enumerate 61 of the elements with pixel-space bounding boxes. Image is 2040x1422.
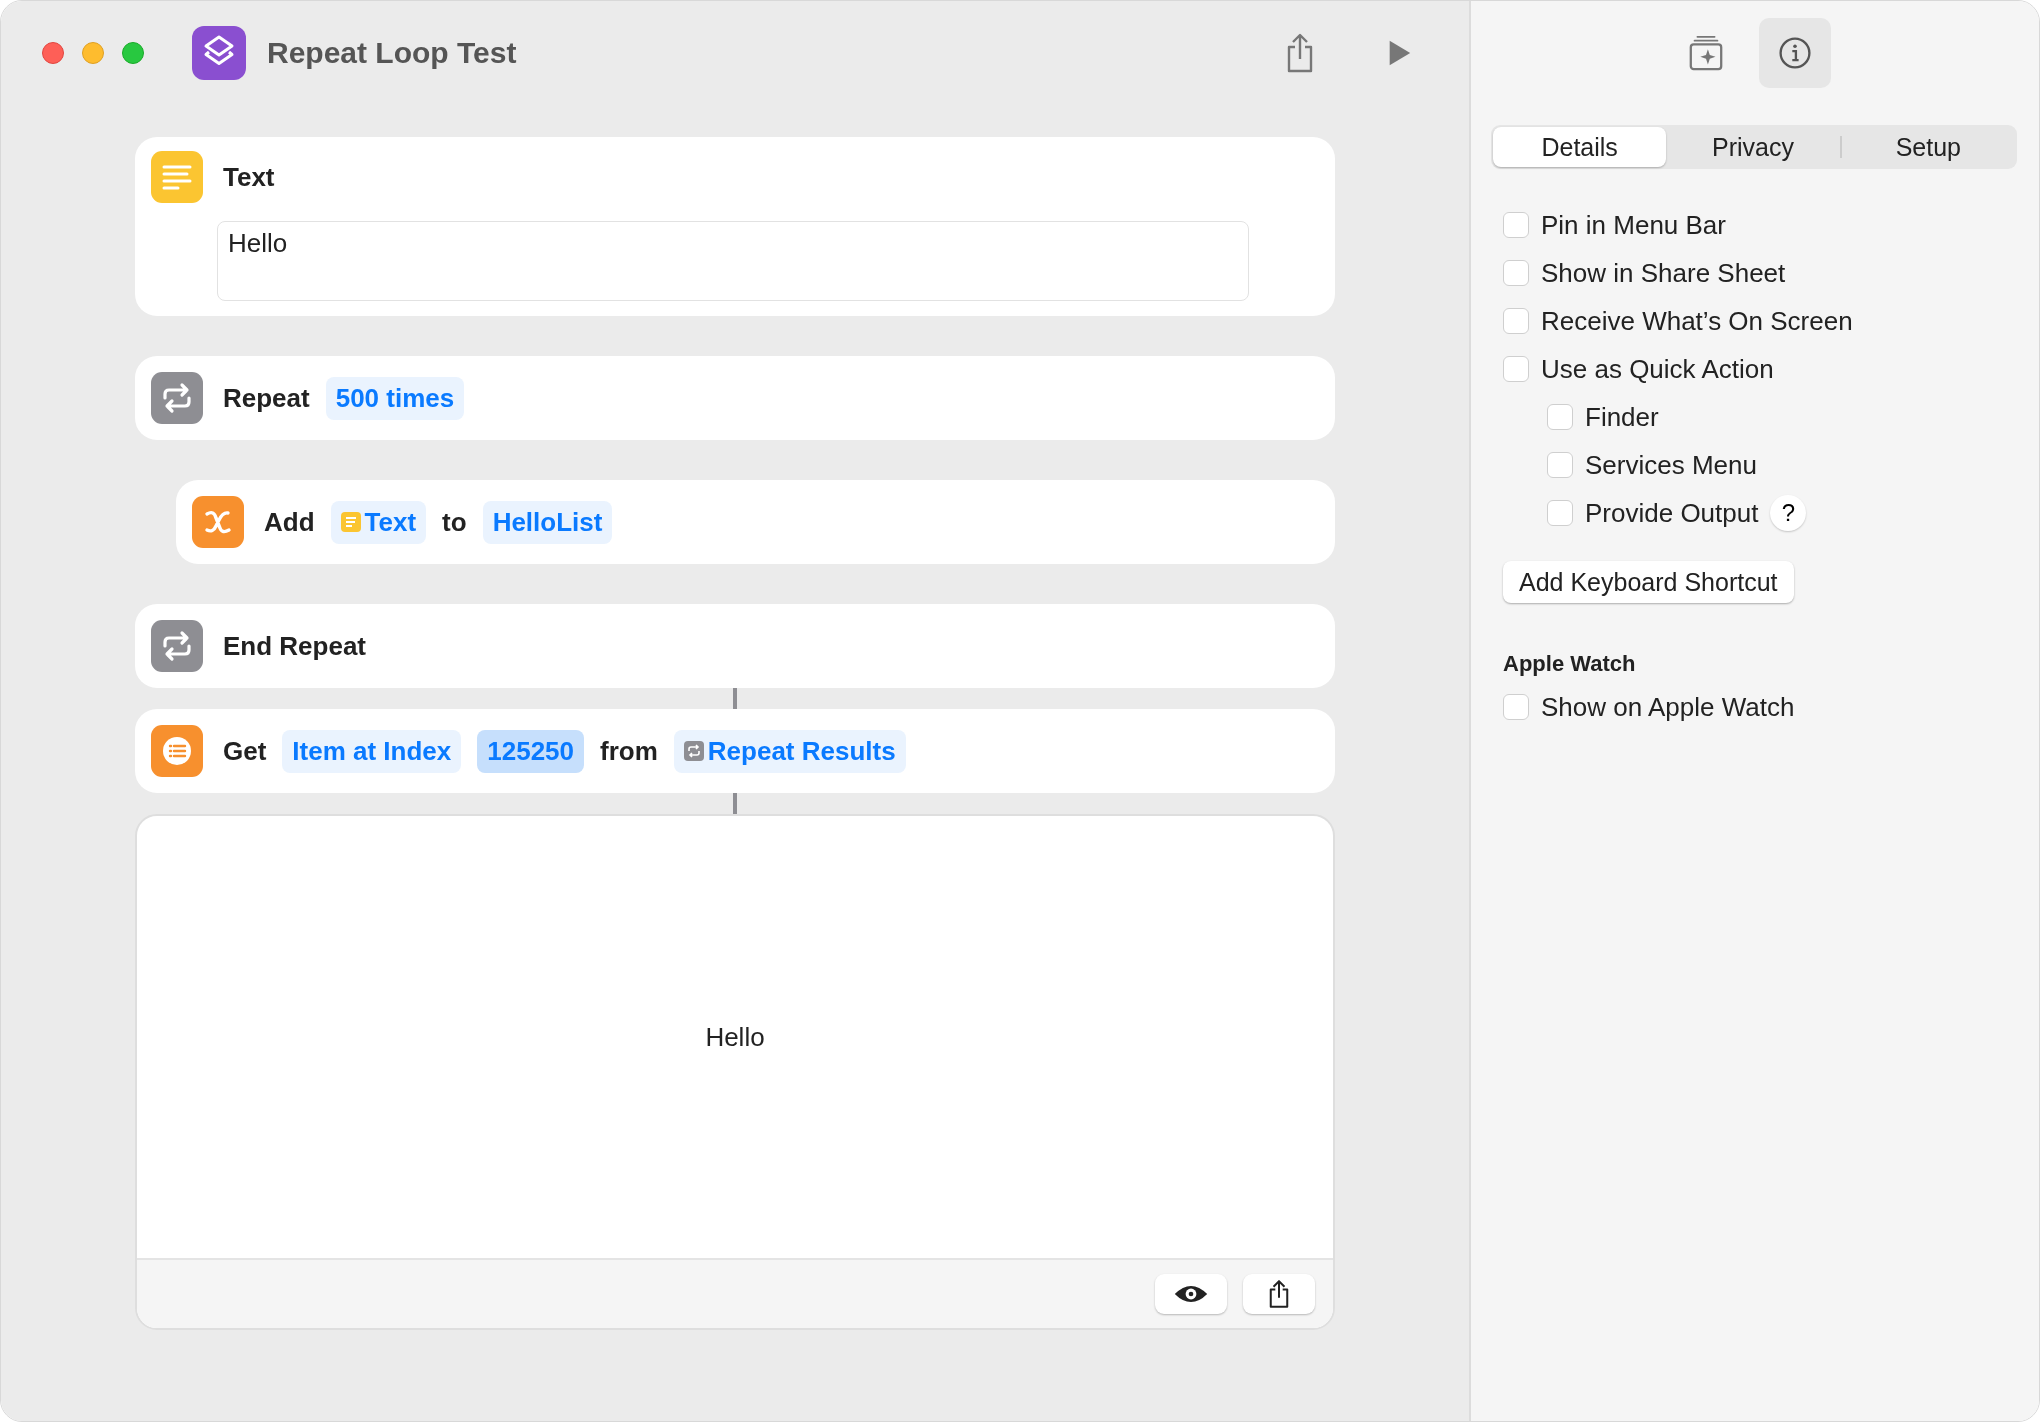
layers-icon xyxy=(192,26,246,80)
parameter-token[interactable]: Text xyxy=(330,500,427,544)
zoom-button[interactable] xyxy=(122,42,144,64)
action-card[interactable]: Get Item at Index 125250 from Repeat Results xyxy=(135,709,1335,793)
checkbox[interactable] xyxy=(1503,260,1529,286)
action-label: from xyxy=(600,735,658,767)
sparkle-card-icon[interactable] xyxy=(1687,34,1725,72)
option-label: Show in Share Sheet xyxy=(1541,257,1786,289)
checkbox[interactable] xyxy=(1503,694,1529,720)
checkbox[interactable] xyxy=(1547,500,1573,526)
repeat-icon xyxy=(151,620,203,672)
action-label: Get xyxy=(223,735,267,767)
option-label: Services Menu xyxy=(1585,449,1757,481)
action-label: Repeat xyxy=(223,382,310,414)
segment-tab[interactable]: Details xyxy=(1493,127,1667,167)
parameter-token[interactable]: HelloList xyxy=(482,500,613,544)
option-label: Use as Quick Action xyxy=(1541,353,1774,385)
share-icon[interactable] xyxy=(1285,33,1315,73)
quick-look-button[interactable] xyxy=(1155,1274,1227,1314)
info-button[interactable] xyxy=(1759,18,1831,88)
parameter-token[interactable]: Item at Index xyxy=(282,729,462,773)
option-label: Show on Apple Watch xyxy=(1541,691,1795,723)
parameter-token[interactable]: 500 times xyxy=(325,376,465,420)
result-text: Hello xyxy=(705,1021,765,1053)
close-button[interactable] xyxy=(42,42,64,64)
minimize-button[interactable] xyxy=(82,42,104,64)
text-input-field[interactable]: Hello xyxy=(217,221,1249,301)
action-card[interactable]: End Repeat xyxy=(135,604,1335,688)
help-button[interactable]: ? xyxy=(1770,495,1807,531)
action-card[interactable]: Text Hello xyxy=(135,137,1335,316)
checkbox[interactable] xyxy=(1503,356,1529,382)
checkbox[interactable] xyxy=(1547,404,1573,430)
info-icon xyxy=(1777,35,1813,71)
repeat-icon xyxy=(683,741,704,761)
share-button[interactable] xyxy=(1243,1274,1315,1314)
parameter-token[interactable]: Repeat Results xyxy=(673,729,906,773)
section-heading: Apple Watch xyxy=(1503,651,1637,677)
action-label: End Repeat xyxy=(223,630,367,662)
text-lines-icon xyxy=(340,512,361,532)
action-label: to xyxy=(442,506,467,538)
action-label: Add xyxy=(264,506,315,538)
text-lines-icon xyxy=(151,151,203,203)
option-label: Provide Output xyxy=(1585,497,1759,529)
repeat-icon xyxy=(151,372,203,424)
add-shortcut-button[interactable]: Add Keyboard Shortcut xyxy=(1503,561,1794,603)
checkbox[interactable] xyxy=(1547,452,1573,478)
action-card[interactable]: Add Text to HelloList xyxy=(176,480,1335,564)
variable-icon xyxy=(192,496,244,548)
share-icon xyxy=(1268,1279,1290,1309)
option-label: Receive What’s On Screen xyxy=(1541,305,1853,337)
option-label: Pin in Menu Bar xyxy=(1541,209,1726,241)
segment-tab[interactable]: Privacy xyxy=(1666,127,1840,167)
action-card[interactable]: Repeat 500 times xyxy=(135,356,1335,440)
eye-icon xyxy=(1173,1283,1209,1305)
option-label: Finder xyxy=(1585,401,1659,433)
checkbox[interactable] xyxy=(1503,308,1529,334)
window-title: Repeat Loop Test xyxy=(267,36,517,70)
list-icon xyxy=(151,725,203,777)
segment-tab[interactable]: Setup xyxy=(1841,127,2015,167)
checkbox[interactable] xyxy=(1503,212,1529,238)
action-title: Text xyxy=(223,161,275,193)
